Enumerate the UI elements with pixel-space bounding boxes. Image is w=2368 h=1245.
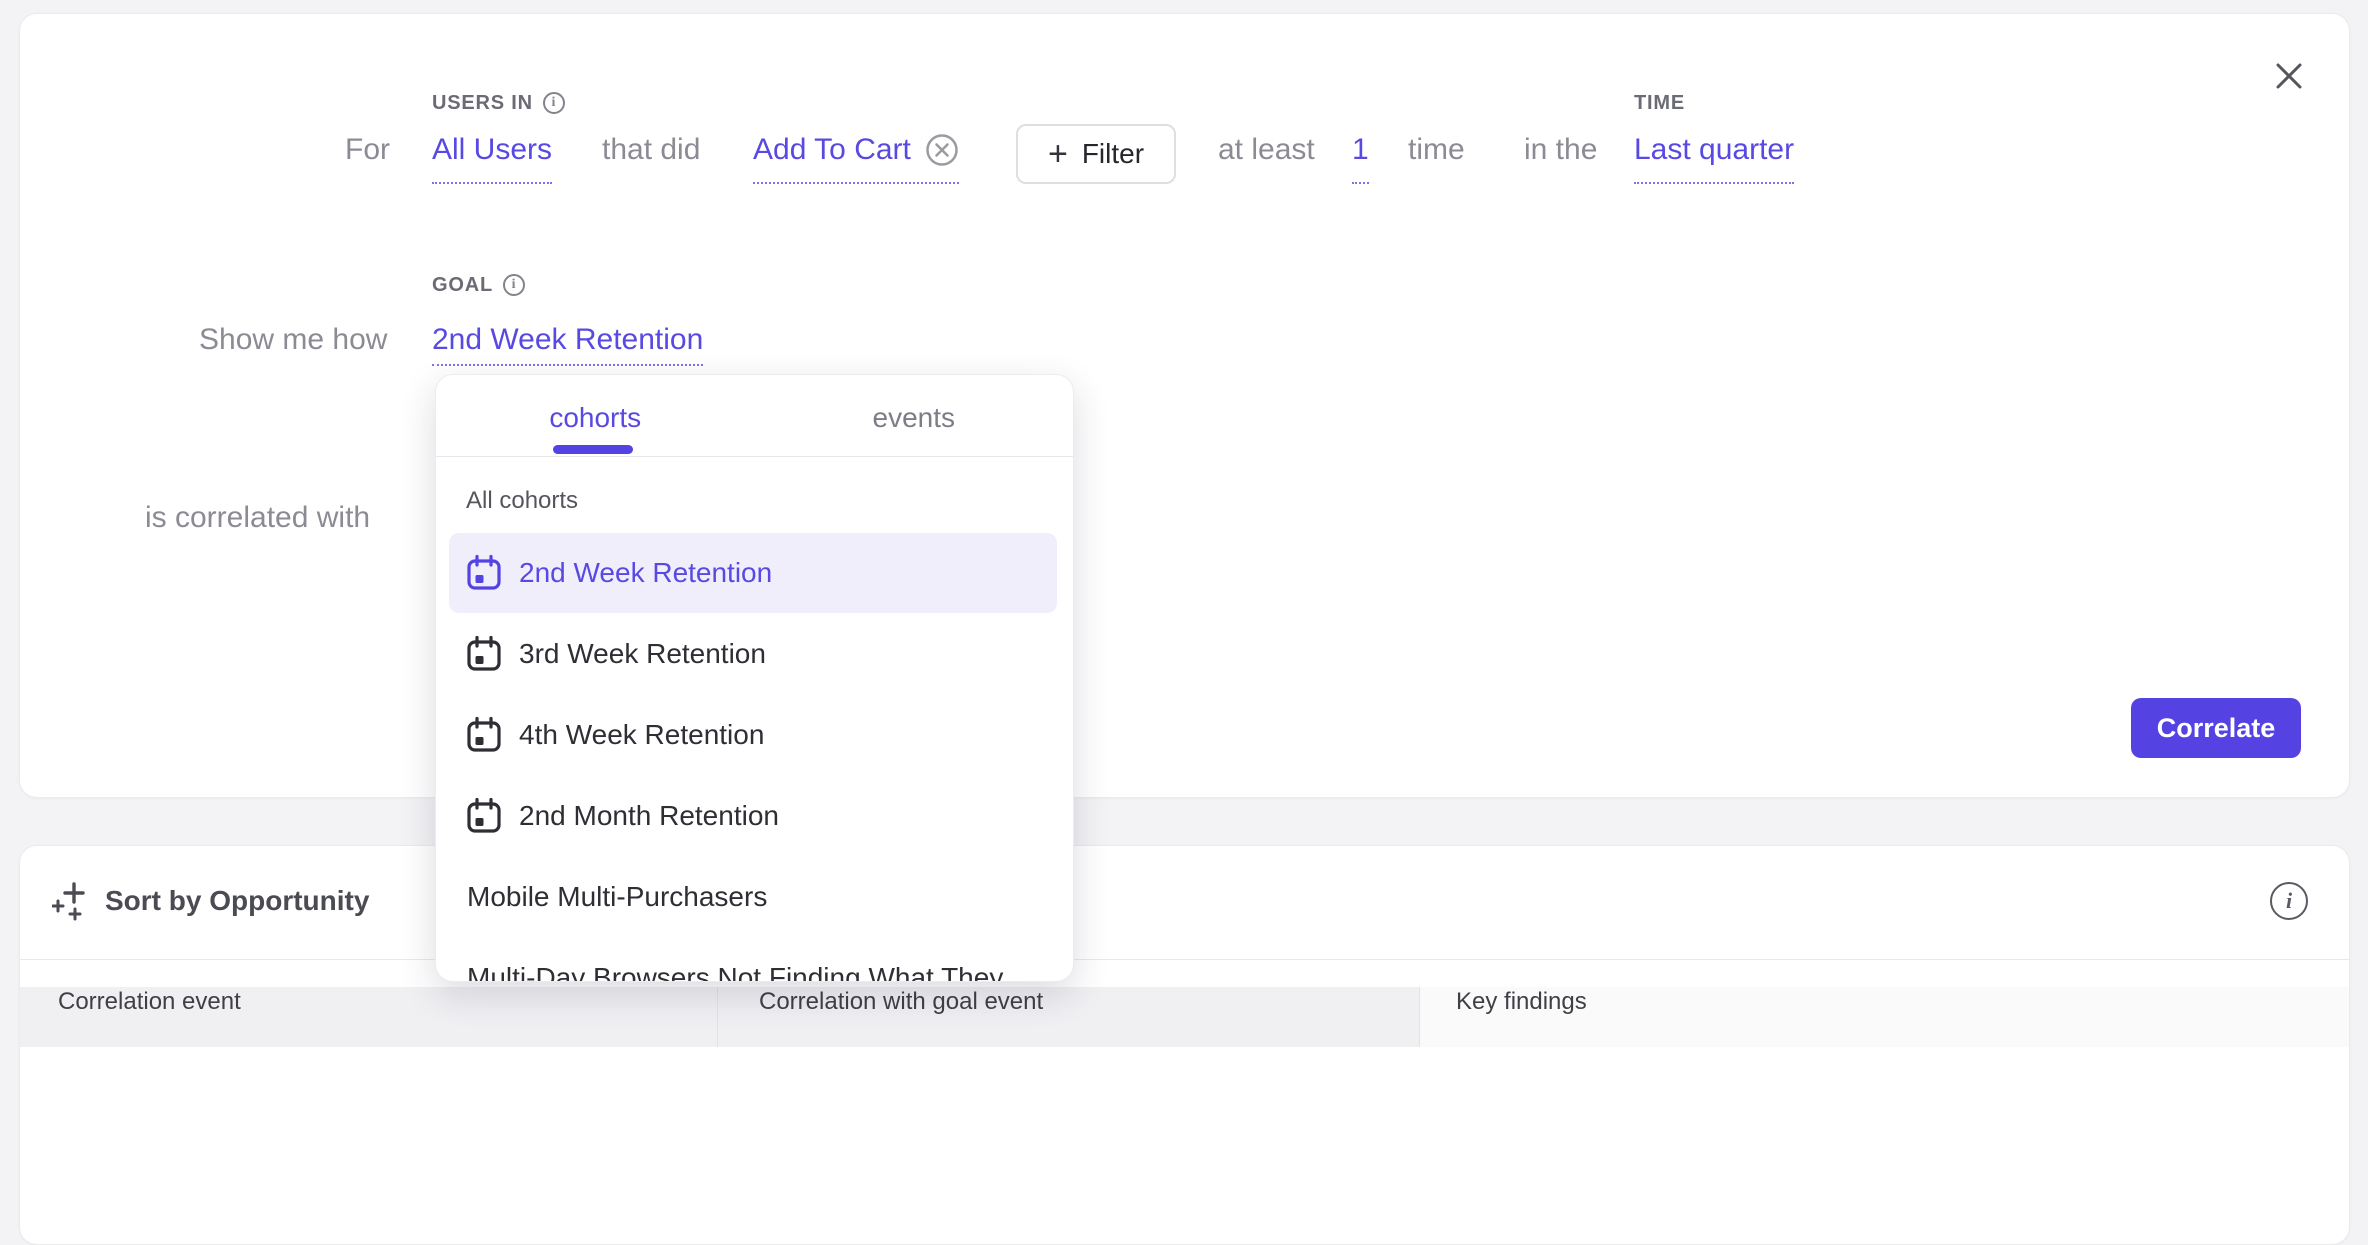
list-item-label: 4th Week Retention (519, 719, 764, 751)
add-filter-button[interactable]: + Filter (1016, 124, 1176, 184)
sort-by-opportunity-label: Sort by Opportunity (105, 881, 369, 921)
cohort-selector[interactable]: All Users (432, 132, 552, 184)
column-key-findings: Key findings (1419, 987, 2349, 1047)
event-value[interactable]: Add To Cart (753, 132, 911, 168)
at-least-text: at least (1218, 132, 1315, 168)
list-item[interactable]: 2nd Month Retention (449, 776, 1057, 856)
list-item-label: Mobile Multi-Purchasers (467, 881, 767, 913)
close-icon[interactable] (2268, 55, 2310, 97)
show-me-how-text: Show me how (199, 322, 387, 358)
goal-dropdown: cohorts events All cohorts 2nd Week Rete… (435, 374, 1074, 982)
users-in-label-text: USERS IN (432, 92, 533, 114)
timerange-selector[interactable]: Last quarter (1634, 132, 1794, 184)
column-correlation-event: Correlation event (20, 987, 717, 1047)
list-item-label: Multi-Day Browsers Not Finding What They (467, 962, 1003, 982)
time-label: TIME (1634, 92, 1685, 114)
calendar-icon (466, 635, 502, 673)
column-header: Correlation event (58, 988, 241, 1016)
remove-event-icon[interactable] (925, 133, 959, 167)
results-info-icon[interactable]: i (2270, 882, 2308, 920)
tab-cohorts[interactable]: cohorts (436, 375, 755, 456)
users-in-info-icon[interactable]: i (543, 92, 565, 114)
list-item[interactable]: 4th Week Retention (449, 695, 1057, 775)
goal-selector[interactable]: 2nd Week Retention (432, 322, 703, 366)
sort-by-opportunity-button[interactable]: Sort by Opportunity (52, 880, 369, 922)
active-tab-indicator (553, 445, 633, 454)
list-item[interactable]: Multi-Day Browsers Not Finding What They (449, 938, 1057, 982)
list-item[interactable]: Mobile Multi-Purchasers (449, 857, 1057, 937)
correlate-button[interactable]: Correlate (2131, 698, 2301, 758)
time-label-text: TIME (1634, 92, 1685, 114)
event-selector[interactable]: Add To Cart (753, 132, 959, 184)
column-header: Correlation with goal event (759, 988, 1043, 1016)
column-header: Key findings (1456, 988, 1587, 1016)
users-in-label: USERS IN i (432, 92, 565, 114)
column-correlation-with-goal-event: Correlation with goal event (717, 987, 1419, 1047)
list-item[interactable]: 2nd Week Retention (449, 533, 1057, 613)
calendar-icon (466, 716, 502, 754)
plus-icon: + (1048, 137, 1068, 171)
sparkle-icon (52, 880, 90, 922)
results-divider (20, 959, 2349, 960)
for-text: For (345, 132, 390, 168)
dropdown-tabs: cohorts events (436, 375, 1073, 457)
list-item-label: 3rd Week Retention (519, 638, 766, 670)
count-selector[interactable]: 1 (1352, 132, 1369, 184)
tab-events[interactable]: events (755, 375, 1074, 456)
goal-info-icon[interactable]: i (503, 274, 525, 296)
calendar-icon (466, 797, 502, 835)
goal-label-text: GOAL (432, 274, 493, 296)
add-filter-button-label: Filter (1082, 138, 1144, 170)
list-item-label: 2nd Month Retention (519, 800, 779, 832)
goal-label: GOAL i (432, 274, 525, 296)
dropdown-section-label: All cohorts (466, 487, 578, 515)
that-did-text: that did (602, 132, 700, 168)
time-text: time (1408, 132, 1465, 168)
query-builder-card (19, 13, 2350, 798)
in-the-text: in the (1524, 132, 1597, 168)
list-item-label: 2nd Week Retention (519, 557, 772, 589)
is-correlated-with-text: is correlated with (145, 500, 370, 536)
list-item[interactable]: 3rd Week Retention (449, 614, 1057, 694)
calendar-icon (466, 554, 502, 592)
